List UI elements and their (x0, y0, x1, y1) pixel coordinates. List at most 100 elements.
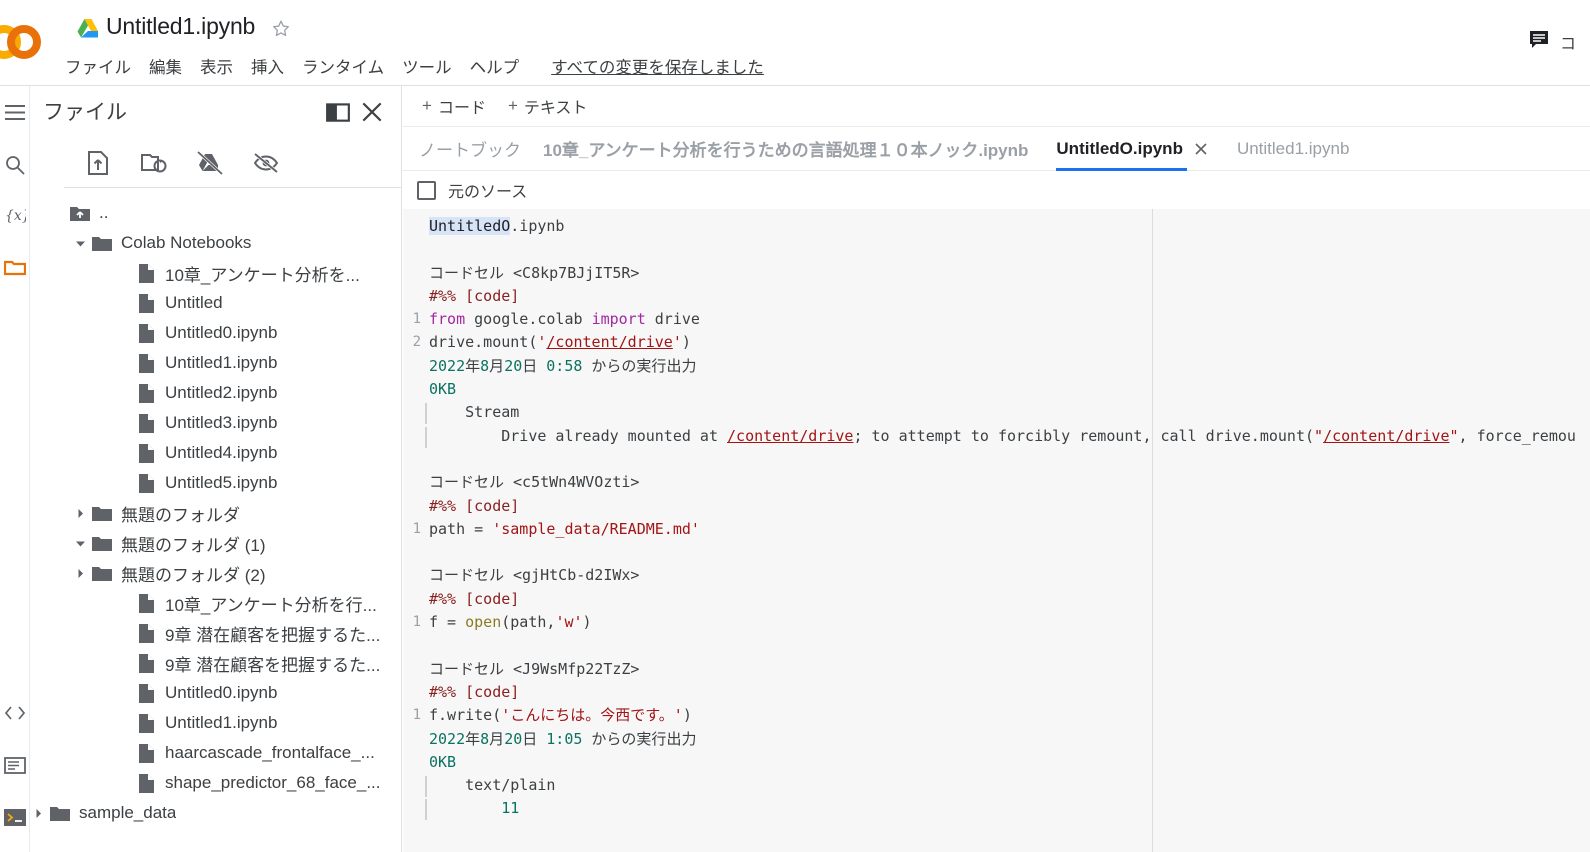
code-token: (path, (501, 613, 556, 632)
notebook-diff-code-view[interactable]: UntitledO.ipynb コードセル <C8kp7BJjIT5R> #%% [… (403, 209, 1590, 852)
popout-panel-icon[interactable] (325, 99, 351, 125)
tree-folder-row[interactable]: Colab Notebooks (31, 228, 402, 258)
code-token: drive (645, 310, 700, 329)
tree-file-row[interactable]: Untitled1.ipynb (31, 708, 402, 738)
chevron-right-icon[interactable] (73, 566, 87, 580)
tab-untitled0[interactable]: UntitledO.ipynb (1056, 127, 1209, 171)
caret-spacer (117, 596, 131, 610)
code-line-content: f.write('こんにちは。今西です。') (419, 704, 692, 727)
menu-item-runtime[interactable]: ランタイム (302, 54, 384, 78)
code-line: Drive already mounted at /content/drive;… (403, 425, 1590, 448)
output-indent-guide (425, 403, 427, 425)
folder-icon (91, 535, 113, 551)
tree-file-row[interactable]: shape_predictor_68_face_... (31, 768, 402, 798)
tree-file-row[interactable]: Untitled4.ipynb (31, 438, 402, 468)
caret-spacer (117, 416, 131, 430)
tree-file-row[interactable]: 10章_アンケート分析を... (31, 258, 402, 288)
notebook-tabs-row: ノートブック 10章_アンケート分析を行うための言語処理１０本ノック.ipynb… (403, 127, 1590, 171)
search-icon[interactable] (0, 148, 30, 182)
terminal-icon[interactable] (0, 800, 30, 834)
comment-icon[interactable] (1527, 28, 1551, 52)
toggle-hidden-files-icon[interactable] (251, 148, 281, 178)
tree-file-row[interactable]: 9章 潜在顧客を把握するた... (31, 618, 402, 648)
code-token: 年 (465, 729, 481, 748)
caret-spacer (117, 716, 131, 730)
page-title: Untitled1.ipynb (106, 13, 256, 39)
upload-file-icon[interactable] (83, 148, 113, 178)
tree-folder-row[interactable]: 無題のフォルダ (1) (31, 528, 402, 558)
file-tree: .. Colab Notebooks 10章_アンケート分析を... Untitled… (31, 198, 402, 852)
mount-drive-icon[interactable] (195, 148, 225, 178)
tree-item-label: sample_data (79, 803, 177, 822)
caret-spacer (117, 326, 131, 340)
colab-logo (0, 25, 41, 59)
tree-file-row[interactable]: Untitled1.ipynb (31, 348, 402, 378)
code-token: open (465, 613, 502, 632)
refresh-folder-icon[interactable] (139, 148, 169, 178)
file-icon (135, 623, 157, 643)
tree-file-row[interactable]: Untitled5.ipynb (31, 468, 402, 498)
close-panel-icon[interactable] (359, 99, 385, 125)
original-source-checkbox[interactable] (417, 180, 436, 200)
code-token: path = (429, 519, 493, 538)
code-token: #%% (429, 286, 466, 305)
star-outline-icon[interactable] (270, 18, 292, 40)
menu-item-view[interactable]: 表示 (200, 54, 233, 78)
hamburger-menu-icon[interactable] (0, 96, 30, 130)
folder-icon (49, 805, 71, 821)
code-token: 'sample_data/README.md' (492, 519, 700, 538)
tree-file-row[interactable]: .. (31, 198, 402, 228)
code-line-content: 2022年8月20日 0:58 からの実行出力 (419, 355, 696, 378)
code-line: コードセル <gjHtCb-d2IWx> (403, 564, 1590, 587)
chevron-down-icon[interactable] (73, 236, 87, 250)
code-line-content: drive.mount('/content/drive') (419, 331, 691, 354)
code-line-content: from google.colab import drive (419, 308, 700, 331)
tab-untitled1[interactable]: Untitled1.ipynb (1237, 127, 1349, 171)
code-token: コードセル <C8kp7BJjIT5R> (429, 263, 640, 282)
tree-file-row[interactable]: haarcascade_frontalface_... (31, 738, 402, 768)
tree-file-row[interactable]: Untitled0.ipynb (31, 678, 402, 708)
tree-item-label: Untitled4.ipynb (165, 443, 278, 462)
add-code-cell-button[interactable]: + コード (422, 94, 486, 118)
tree-item-label: Untitled1.ipynb (165, 353, 278, 372)
tree-item-label: 9章 潜在顧客を把握するた... (165, 655, 381, 675)
variables-icon[interactable]: {x} (0, 198, 30, 232)
caret-spacer (117, 686, 131, 700)
add-text-cell-button[interactable]: + テキスト (508, 94, 587, 118)
chevron-right-icon[interactable] (31, 806, 45, 820)
breadcrumb-file-label: 10章_アンケート分析を行うための言語処理１０本ノック.ipynb (543, 141, 1029, 160)
code-token: f.write( (429, 706, 502, 725)
menu-item-tools[interactable]: ツール (402, 54, 452, 78)
files-icon[interactable] (0, 250, 30, 284)
file-icon (135, 263, 157, 283)
tree-folder-row[interactable]: sample_data (31, 798, 402, 828)
tree-file-row[interactable]: Untitled (31, 288, 402, 318)
caret-spacer (117, 446, 131, 460)
menu-item-help[interactable]: ヘルプ (470, 54, 520, 78)
table-of-contents-icon[interactable] (0, 748, 30, 782)
chevron-right-icon[interactable] (73, 506, 87, 520)
tree-folder-row[interactable]: 無題のフォルダ (31, 498, 402, 528)
code-line: 11 (403, 797, 1590, 821)
tree-file-row[interactable]: 10章_アンケート分析を行... (31, 588, 402, 618)
code-token: #%% (429, 496, 466, 515)
tree-folder-row[interactable]: 無題のフォルダ (2) (31, 558, 402, 588)
tree-file-row[interactable]: Untitled3.ipynb (31, 408, 402, 438)
menu-item-edit[interactable]: 編集 (149, 54, 182, 78)
code-snippets-icon[interactable] (0, 696, 30, 730)
code-token: [code] (465, 286, 520, 305)
code-line: 1 path = 'sample_data/README.md' (403, 518, 1590, 541)
tree-file-row[interactable]: 9章 潜在顧客を把握するた... (31, 648, 402, 678)
tab-close-icon[interactable] (1193, 141, 1209, 157)
tree-file-row[interactable]: Untitled0.ipynb (31, 318, 402, 348)
file-icon (135, 473, 157, 493)
chevron-down-icon[interactable] (73, 536, 87, 550)
tree-file-row[interactable]: Untitled2.ipynb (31, 378, 402, 408)
save-status-link[interactable]: すべての変更を保存しました (551, 54, 764, 78)
menu-item-file[interactable]: ファイル (65, 54, 131, 78)
code-line-content: 11 (419, 797, 519, 820)
menu-item-insert[interactable]: 挿入 (251, 54, 284, 78)
caret-spacer (117, 626, 131, 640)
top-bar: Untitled1.ipynb ファイル 編集 表示 挿入 ランタイム ツール … (0, 0, 1590, 86)
